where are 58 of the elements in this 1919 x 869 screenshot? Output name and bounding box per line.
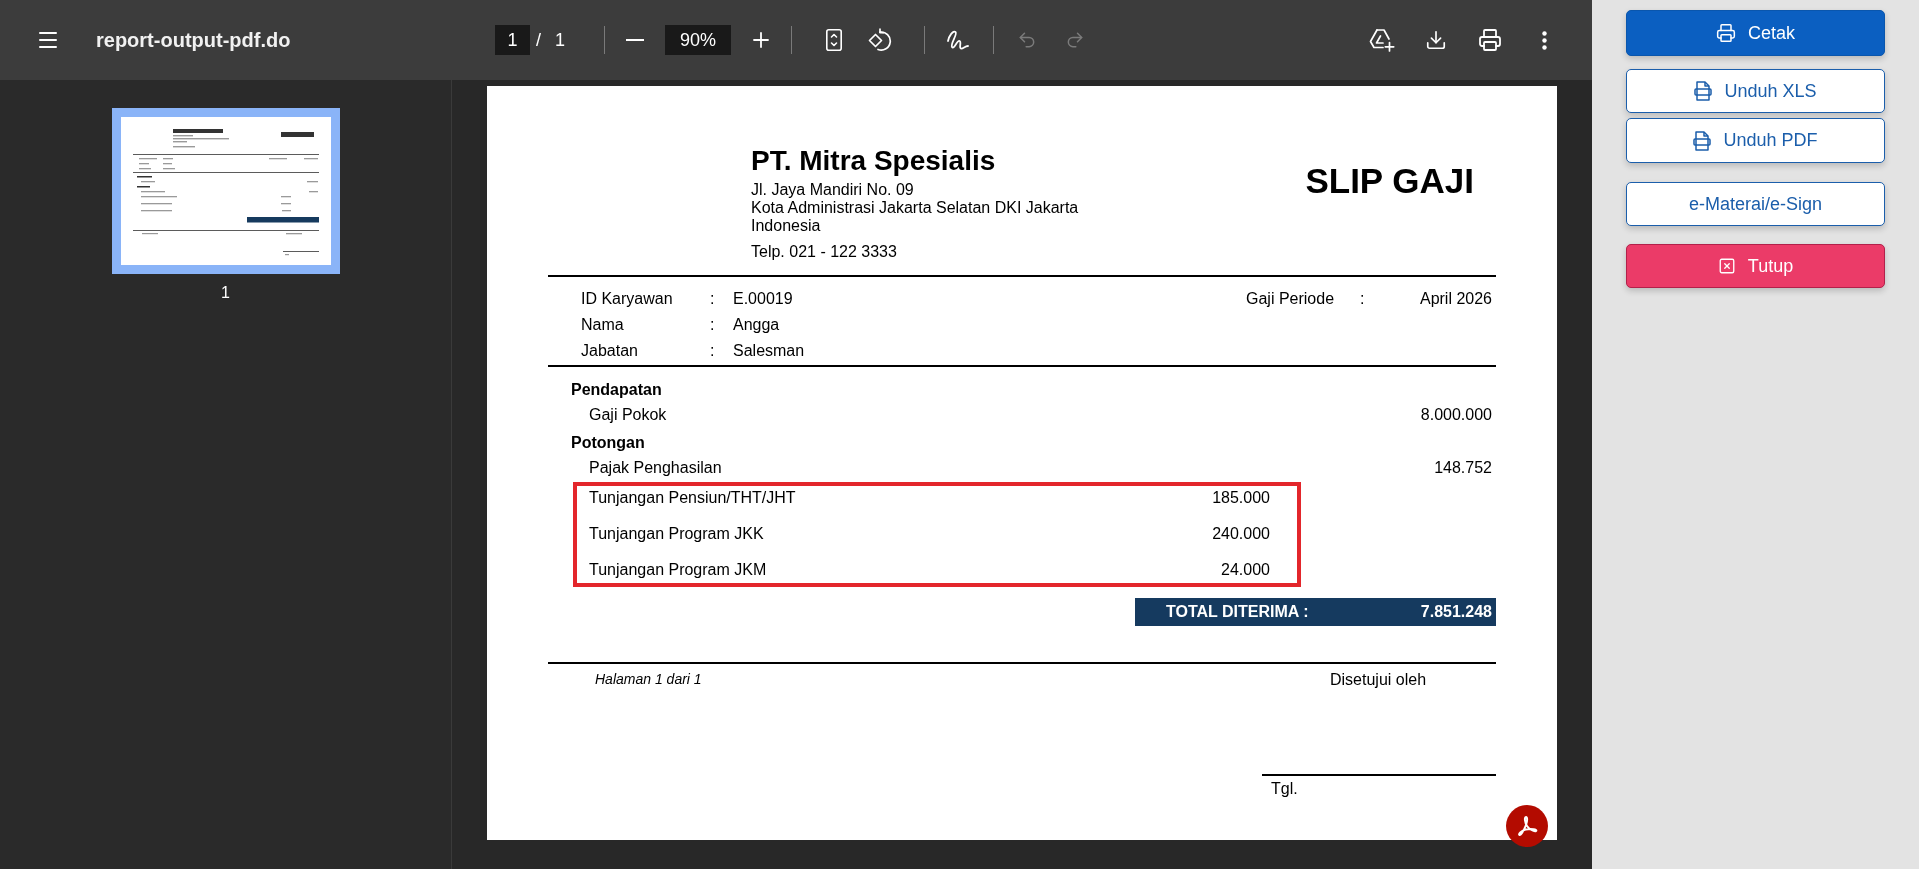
print-icon: [1478, 28, 1502, 52]
field-label: Jabatan: [581, 341, 639, 361]
field-colon: :: [710, 289, 716, 309]
field-value: Salesman: [733, 341, 805, 361]
total-amount: 7.851.248: [1420, 602, 1492, 622]
action-button[interactable]: Tutup: [1626, 244, 1885, 288]
period-colon: :: [1360, 289, 1365, 309]
company-phone: Telp. 021 - 122 3333: [751, 243, 897, 261]
period-label: Gaji Periode: [1246, 289, 1336, 309]
action-button[interactable]: Unduh PDF: [1626, 118, 1885, 163]
action-button[interactable]: Cetak: [1626, 10, 1885, 56]
fit-page-icon: [826, 29, 843, 51]
line-item-label: Tunjangan Program JKK: [589, 523, 764, 544]
page-separator: /: [536, 28, 541, 52]
triangle-plus-icon: [1369, 28, 1395, 52]
line-item-label: Gaji Pokok: [589, 404, 667, 425]
company-address: Jl. Jaya Mandiri No. 09: [751, 181, 914, 199]
total-label: TOTAL DITERIMA :: [1166, 602, 1309, 622]
date-label: Tgl.: [1271, 780, 1298, 798]
section-heading: Potongan: [571, 433, 645, 453]
minus-icon: [626, 39, 645, 41]
file-icon: [1693, 130, 1712, 151]
line-item-amount: 185.000: [1212, 487, 1270, 508]
line-item-amount: 24.000: [1221, 559, 1270, 580]
action-button[interactable]: e-Materai/e-Sign: [1626, 182, 1885, 226]
file-icon: [1694, 81, 1713, 101]
line-item-amount: 240.000: [1212, 523, 1270, 544]
squiggle-icon: [946, 29, 971, 51]
field-value: E.00019: [733, 289, 793, 309]
page-count: 1: [555, 28, 566, 52]
company-address: Indonesia: [751, 217, 821, 235]
zoom-level-field[interactable]: 90%: [665, 25, 732, 55]
document-title: SLIP GAJI: [1305, 161, 1474, 201]
thumbnail-page-number: 1: [221, 283, 230, 303]
line-item-amount: 148.752: [1434, 457, 1492, 478]
line-item-label: Tunjangan Program JKM: [589, 559, 767, 580]
line-item-amount: 8.000.000: [1420, 404, 1492, 425]
field-colon: :: [710, 341, 716, 361]
line-item-label: Tunjangan Pensiun/THT/JHT: [589, 487, 796, 508]
download-icon: [1425, 29, 1447, 51]
printer-icon: [1716, 23, 1736, 43]
period-value: April 2026: [1419, 289, 1492, 309]
more-icon: [1541, 30, 1547, 50]
page-number-field[interactable]: 1: [495, 25, 530, 55]
page-thumbnail[interactable]: [111, 108, 340, 274]
page-note: Halaman 1 dari 1: [595, 670, 702, 689]
approval-label: Disetujui oleh: [1330, 670, 1427, 690]
section-heading: Pendapatan: [571, 380, 662, 400]
action-button[interactable]: Unduh XLS: [1626, 69, 1885, 113]
field-value: Angga: [733, 315, 780, 335]
company-address: Kota Administrasi Jakarta Selatan DKI Jakarta: [751, 199, 1079, 217]
field-label: Nama: [581, 315, 625, 335]
field-label: ID Karyawan: [581, 289, 674, 309]
field-colon: :: [710, 315, 716, 335]
document-title: report-output-pdf.do: [96, 28, 291, 53]
close-icon: [1717, 257, 1736, 275]
line-item-label: Pajak Penghasilan: [589, 457, 722, 478]
company-name: PT. Mitra Spesialis: [751, 147, 996, 175]
